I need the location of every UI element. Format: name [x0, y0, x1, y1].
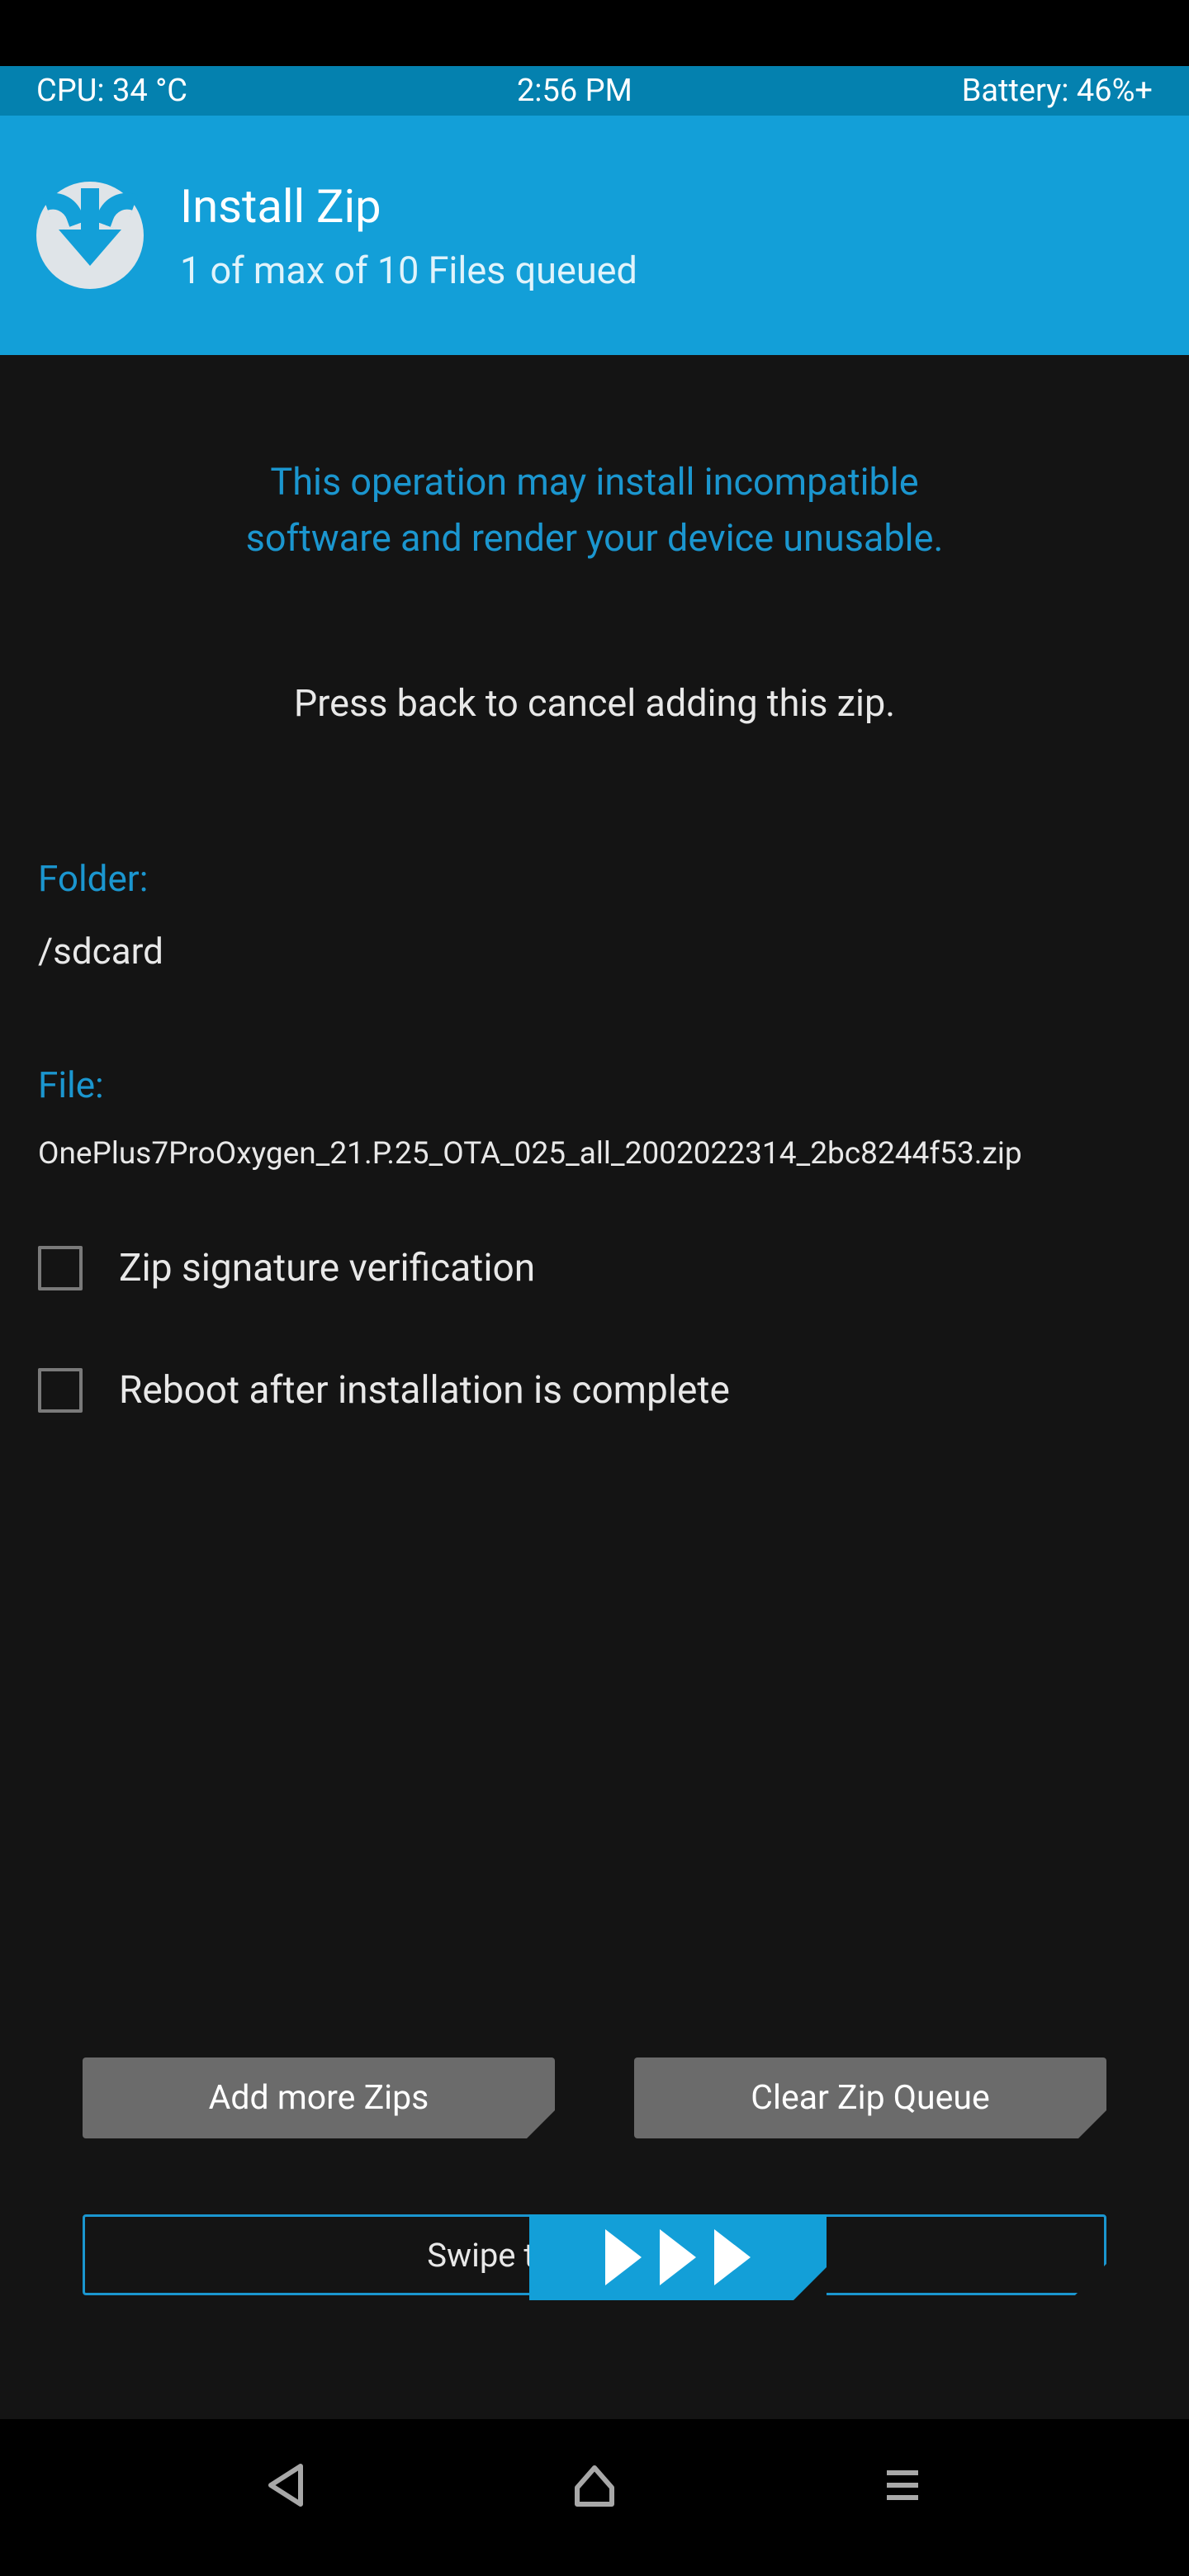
screen: CPU: 34 °C 2:56 PM Battery: 46%+ Install…	[0, 0, 1189, 2576]
clock: 2:56 PM	[517, 73, 632, 109]
instruction-text: Press back to cancel adding this zip.	[38, 566, 1151, 725]
checkbox-box-icon[interactable]	[38, 1368, 83, 1413]
chevron-right-icon	[605, 2229, 642, 2285]
action-button-row: Add more Zips Clear Zip Queue	[83, 2057, 1106, 2138]
warning-line-1: This operation may install incompatible	[38, 454, 1151, 510]
header-text: Install Zip 1 of max of 10 Files queued	[180, 179, 637, 292]
clear-zip-queue-button[interactable]: Clear Zip Queue	[634, 2057, 1106, 2138]
warning-text: This operation may install incompatible …	[38, 355, 1151, 566]
clear-zip-queue-label: Clear Zip Queue	[751, 2078, 989, 2118]
add-more-zips-label: Add more Zips	[209, 2078, 429, 2118]
navigation-bar	[0, 2419, 1189, 2576]
page-title: Install Zip	[180, 179, 637, 234]
folder-value: /sdcard	[38, 930, 1151, 973]
warning-line-2: software and render your device unusable…	[38, 510, 1151, 566]
file-value: OnePlus7ProOxygen_21.P.25_OTA_025_all_20…	[38, 1136, 1151, 1172]
add-more-zips-button[interactable]: Add more Zips	[83, 2057, 555, 2138]
checkbox-reboot-after[interactable]: Reboot after installation is complete	[38, 1368, 1151, 1413]
swipe-confirm-slider[interactable]: Swipe to confirm Flash	[83, 2214, 1106, 2295]
checkbox-zip-signature-label: Zip signature verification	[119, 1246, 535, 1290]
battery-status: Battery: 46%+	[962, 73, 1153, 109]
content-area: This operation may install incompatible …	[0, 355, 1189, 2419]
menu-icon[interactable]	[874, 2456, 931, 2514]
chevron-right-icon	[714, 2229, 751, 2285]
checkbox-box-icon[interactable]	[38, 1246, 83, 1290]
file-label: File:	[38, 1063, 1151, 1106]
twrp-logo-icon	[36, 182, 144, 289]
folder-label: Folder:	[38, 857, 1151, 900]
chevron-right-icon	[660, 2229, 696, 2285]
queue-status: 1 of max of 10 Files queued	[180, 249, 637, 292]
checkbox-zip-signature[interactable]: Zip signature verification	[38, 1246, 1151, 1290]
home-icon[interactable]	[566, 2456, 623, 2514]
details-block: Folder: /sdcard File: OnePlus7ProOxygen_…	[38, 725, 1151, 1413]
status-bar: CPU: 34 °C 2:56 PM Battery: 46%+	[0, 66, 1189, 116]
header-bar: Install Zip 1 of max of 10 Files queued	[0, 116, 1189, 355]
back-icon[interactable]	[258, 2456, 315, 2514]
cpu-temp: CPU: 34 °C	[36, 73, 187, 109]
checkbox-reboot-after-label: Reboot after installation is complete	[119, 1368, 730, 1413]
notch-area	[0, 0, 1189, 66]
swipe-handle[interactable]	[529, 2214, 827, 2300]
